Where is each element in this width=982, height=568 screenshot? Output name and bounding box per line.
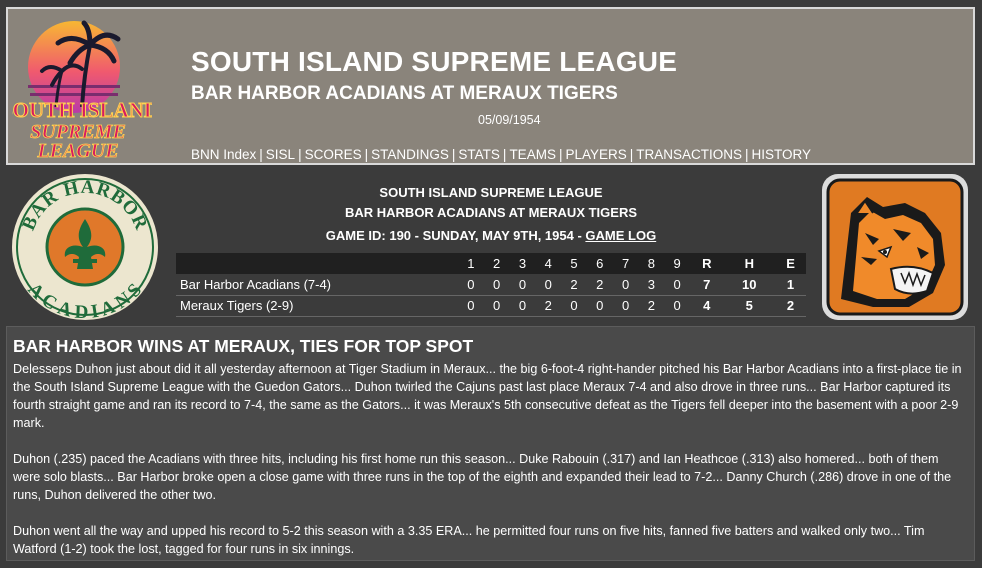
nav-stats[interactable]: STATS [458,147,500,162]
hits-total: 10 [723,274,776,296]
nav-sisl[interactable]: SISL [266,147,295,162]
game-header: SOUTH ISLAND SUPREME LEAGUE BAR HARBOR A… [176,183,806,246]
inning-header: 4 [535,253,562,274]
inning-score: 2 [561,274,587,296]
box-score-team-header [176,253,458,274]
nav-teams[interactable]: TEAMS [509,147,556,162]
away-team-logo[interactable]: BAR HARBOR ACADIANS [11,173,160,323]
nav-separator: | [629,147,634,162]
game-league: SOUTH ISLAND SUPREME LEAGUE [379,185,603,200]
inning-score: 0 [664,274,691,296]
inning-score: 3 [638,274,665,296]
inning-header: 1 [458,253,484,274]
league-logo[interactable]: SOUTH ISLAND SUPREME LEAGUE [0,15,160,162]
article-headline: BAR HARBOR WINS AT MERAUX, TIES FOR TOP … [13,336,474,356]
inning-score: 0 [458,274,484,296]
league-logo-line3: LEAGUE [36,140,118,161]
game-article: BAR HARBOR WINS AT MERAUX, TIES FOR TOP … [6,326,975,561]
article-paragraph: Delesseps Duhon just about did it all ye… [13,362,962,430]
inning-score: 0 [535,274,562,296]
inning-score: 0 [509,295,536,317]
inning-header: 9 [664,253,691,274]
inning-score: 0 [483,295,510,317]
inning-header: 8 [638,253,665,274]
game-id-text: GAME ID: 190 - SUNDAY, MAY 9TH, 1954 - [325,228,586,243]
inning-score: 0 [458,295,484,317]
main-nav: BNN Index | SISL | SCORES | STANDINGS | STATS | TE… [191,147,811,162]
game-matchup: BAR HARBOR ACADIANS AT MERAUX TIGERS [344,205,638,220]
nav-bnn-index[interactable]: BNN Index [191,147,256,162]
game-date: 05/09/1954 [478,113,541,127]
box-score-table: 1 2 3 4 5 6 7 8 9 R H E Bar Harbor Acadi… [176,253,806,317]
home-team-logo[interactable] [821,173,969,321]
inning-score: 0 [561,295,587,317]
nav-separator: | [298,147,302,162]
nav-separator: | [364,147,369,162]
inning-header: 2 [483,253,510,274]
article-paragraph: Duhon (.235) paced the Acadians with thr… [13,452,952,502]
inning-score: 2 [638,295,665,317]
league-logo-line1: SOUTH ISLAND [12,98,152,122]
inning-score: 0 [586,295,613,317]
errors-header: E [775,253,806,274]
game-log-link[interactable]: GAME LOG [585,228,656,243]
page-title: SOUTH ISLAND SUPREME LEAGUE [191,46,678,77]
inning-header: 7 [612,253,639,274]
inning-header: 6 [586,253,613,274]
table-row: Bar Harbor Acadians (7-4) 0 0 0 0 2 2 0 … [176,274,806,296]
runs-header: R [690,253,724,274]
page-subtitle: BAR HARBOR ACADIANS AT MERAUX TIGERS [191,83,618,104]
inning-score: 0 [483,274,510,296]
nav-players[interactable]: PLAYERS [565,147,626,162]
inning-score: 2 [586,274,613,296]
home-team-name[interactable]: Meraux Tigers (2-9) [176,295,458,317]
box-score-header-row: 1 2 3 4 5 6 7 8 9 R H E [176,253,806,274]
errors-total: 2 [775,295,806,317]
runs-total: 4 [690,295,724,317]
inning-score: 0 [612,274,639,296]
hits-total: 5 [723,295,776,317]
nav-separator: | [502,147,507,162]
table-row: Meraux Tigers (2-9) 0 0 0 2 0 0 0 2 0 4 … [176,295,806,317]
nav-standings[interactable]: STANDINGS [371,147,449,162]
inning-score: 0 [612,295,639,317]
inning-score: 2 [535,295,562,317]
nav-separator: | [451,147,456,162]
site-header: SOUTH ISLAND SUPREME LEAGUE SOUTH ISLAND… [0,7,975,165]
nav-transactions[interactable]: TRANSACTIONS [636,147,742,162]
away-team-name[interactable]: Bar Harbor Acadians (7-4) [176,274,458,296]
errors-total: 1 [775,274,806,296]
nav-separator: | [745,147,749,162]
article-paragraph: Duhon went all the way and upped his rec… [13,524,925,556]
inning-header: 5 [561,253,587,274]
inning-score: 0 [664,295,691,317]
nav-history[interactable]: HISTORY [752,147,812,162]
runs-total: 7 [690,274,724,296]
nav-separator: | [259,147,263,162]
game-id-line: GAME ID: 190 - SUNDAY, MAY 9TH, 1954 - G… [176,226,806,246]
inning-score: 0 [509,274,536,296]
inning-header: 3 [509,253,536,274]
nav-scores[interactable]: SCORES [305,147,362,162]
hits-header: H [723,253,776,274]
